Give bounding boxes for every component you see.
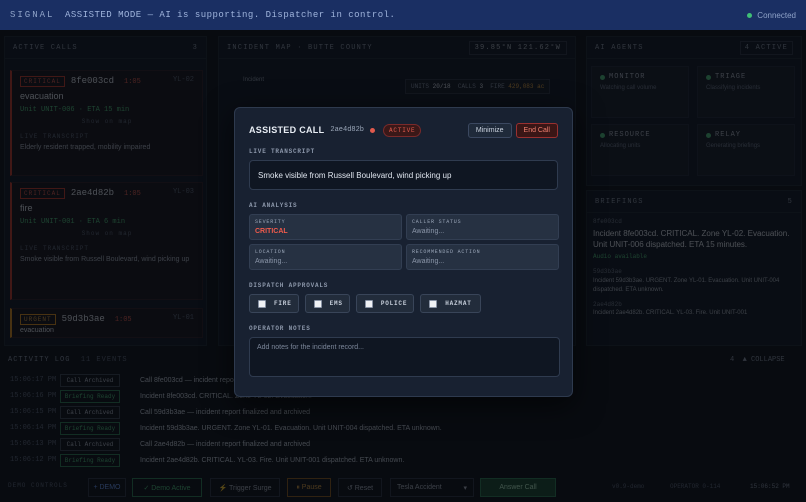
status-dot-icon — [747, 12, 753, 18]
approval-label: EMS — [329, 300, 343, 307]
active-badge: ACTIVE — [383, 123, 422, 137]
location-field: LOCATION Awaiting... — [249, 244, 402, 270]
modal-call-id: 2ae4d82b — [330, 126, 365, 134]
field-key: CALLER STATUS — [412, 219, 462, 225]
checkbox-icon[interactable] — [313, 299, 322, 308]
field-value: Awaiting... — [412, 258, 445, 265]
ai-analysis-label: AI ANALYSIS — [249, 202, 298, 209]
field-value: Awaiting... — [412, 228, 445, 235]
checkbox-icon[interactable] — [429, 299, 438, 308]
approve-ems-checkbox[interactable]: EMS — [304, 294, 350, 313]
recommended-action-field: RECOMMENDED ACTION Awaiting... — [406, 244, 559, 270]
approval-label: HAZMAT — [445, 300, 472, 307]
connection-status: Connected — [747, 11, 796, 20]
field-key: LOCATION — [255, 249, 286, 255]
end-call-button[interactable]: End Call — [515, 122, 558, 138]
connection-label: Connected — [757, 10, 796, 20]
caller-status-field: CALLER STATUS Awaiting... — [406, 214, 559, 240]
approval-label: POLICE — [380, 300, 408, 307]
ai-analysis-grid: SEVERITY CRITICAL CALLER STATUS Awaiting..… — [249, 214, 559, 270]
checkbox-icon[interactable] — [364, 299, 373, 308]
live-transcript-label: LIVE TRANSCRIPT — [249, 148, 316, 155]
field-value: Awaiting... — [255, 258, 288, 265]
severity-field: SEVERITY CRITICAL — [249, 214, 402, 240]
minimize-button[interactable]: Minimize — [467, 122, 512, 138]
approve-hazmat-checkbox[interactable]: HAZMAT — [420, 294, 481, 313]
operator-notes-input[interactable] — [249, 337, 560, 377]
app-logo: SIGNAL — [10, 10, 55, 20]
modal-title: ASSISTED CALL — [249, 125, 325, 135]
field-key: SEVERITY — [255, 219, 286, 225]
live-transcript-text: Smoke visible from Russell Boulevard, wi… — [258, 170, 452, 180]
approve-police-checkbox[interactable]: POLICE — [355, 294, 415, 313]
dispatch-approvals: FIRE EMS POLICE HAZMAT — [249, 294, 558, 313]
field-value: CRITICAL — [255, 228, 288, 235]
approve-fire-checkbox[interactable]: FIRE — [249, 294, 299, 313]
assisted-call-modal: ASSISTED CALL 2ae4d82b ACTIVE Minimize E… — [234, 107, 573, 397]
live-transcript-box: Smoke visible from Russell Boulevard, wi… — [249, 160, 558, 190]
operator-notes-label: OPERATOR NOTES — [249, 325, 311, 332]
mode-text: ASSISTED MODE — AI is supporting. Dispat… — [65, 10, 396, 20]
field-key: RECOMMENDED ACTION — [412, 249, 481, 255]
mode-banner: SIGNAL ASSISTED MODE — AI is supporting.… — [0, 0, 806, 30]
dispatch-approvals-label: DISPATCH APPROVALS — [249, 282, 329, 289]
live-dot-icon — [370, 127, 376, 133]
approval-label: FIRE — [274, 300, 292, 307]
checkbox-icon[interactable] — [258, 299, 266, 308]
